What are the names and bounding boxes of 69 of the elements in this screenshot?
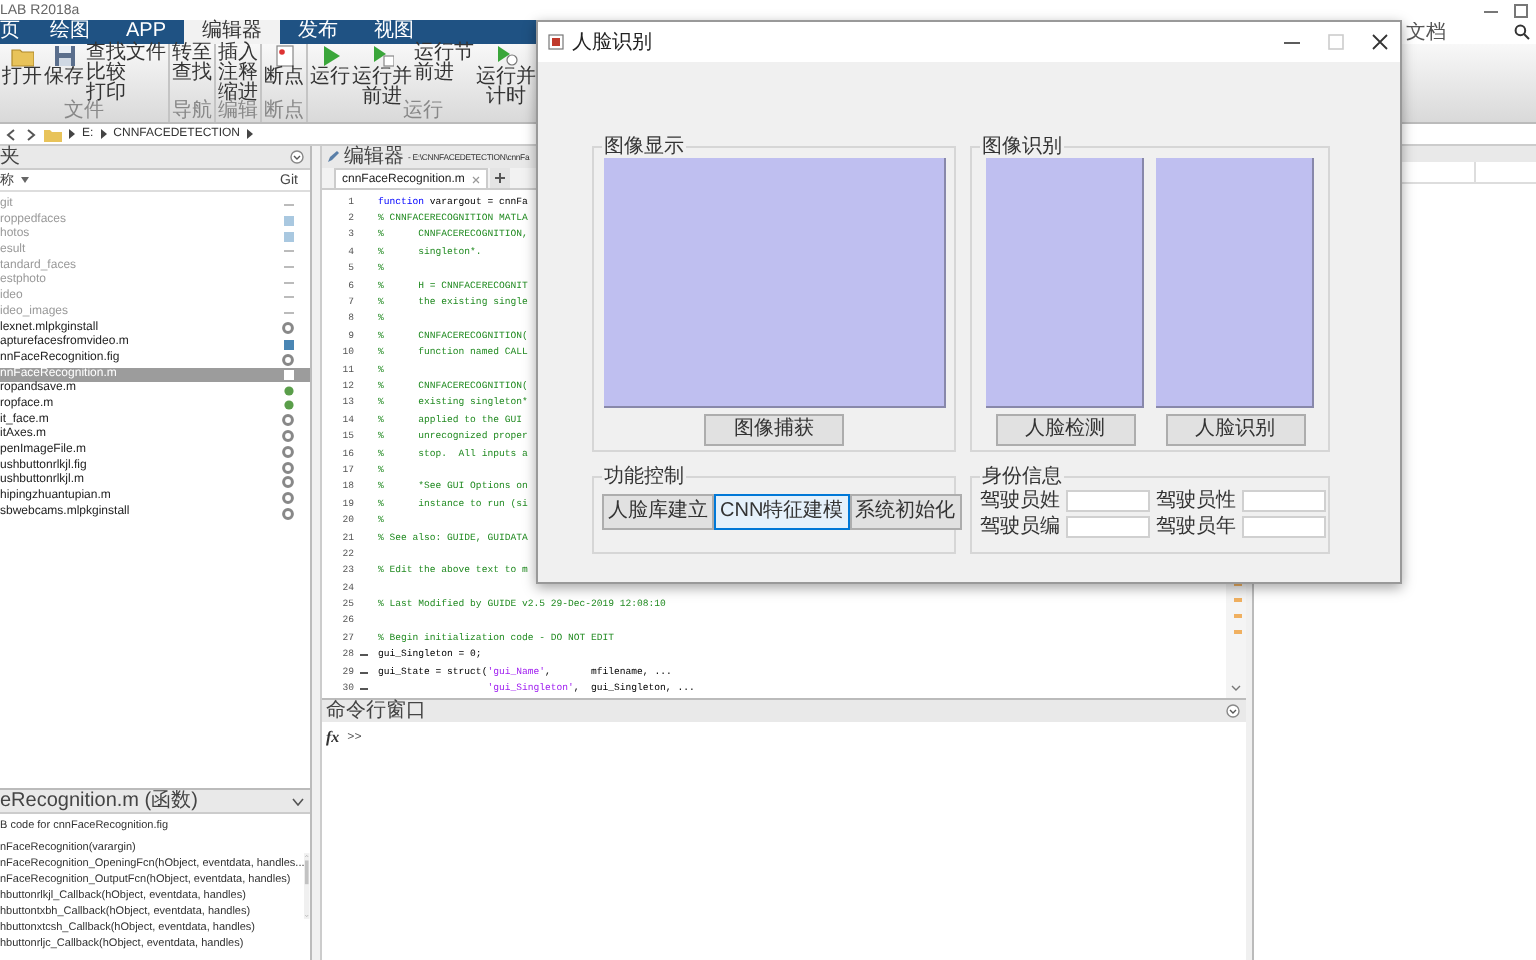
ribbon-button[interactable]: 注释 xyxy=(218,64,258,84)
ribbon-tab[interactable]: APP xyxy=(108,20,185,44)
field-label: 驾驶员编 xyxy=(980,516,1060,538)
panel-title: 夹 xyxy=(0,146,20,168)
maximize-icon xyxy=(1328,34,1344,50)
ribbon-button[interactable]: 运行并计时 xyxy=(476,44,536,108)
panel-title: eRecognition.m (函数) xyxy=(0,790,198,812)
push-button[interactable]: 人脸库建立 xyxy=(602,494,714,530)
ribbon-tab[interactable]: 编辑器 xyxy=(184,20,281,44)
document-icon xyxy=(272,44,296,68)
group-label: 运行 xyxy=(402,102,445,122)
play-icon xyxy=(494,44,518,68)
input-field[interactable] xyxy=(1242,516,1326,538)
search-icon[interactable] xyxy=(1514,24,1530,40)
caret-icon[interactable] xyxy=(20,176,30,184)
input-field[interactable] xyxy=(1066,490,1150,512)
push-button[interactable]: 系统初始化 xyxy=(849,494,962,530)
group-title: 功能控制 xyxy=(602,466,686,488)
menu-icon[interactable] xyxy=(1226,704,1240,718)
figure-icon xyxy=(548,34,564,50)
ribbon-button[interactable]: 保存 xyxy=(44,44,84,88)
plus-icon[interactable] xyxy=(494,172,507,184)
back-icon[interactable] xyxy=(4,127,18,141)
ribbon-button[interactable]: 运行 xyxy=(310,44,350,88)
push-button[interactable]: CNN特征建模 xyxy=(714,494,850,530)
ribbon-button[interactable]: 查找 xyxy=(172,64,212,84)
field-label: 驾驶员性 xyxy=(1156,490,1236,512)
input-field[interactable] xyxy=(1066,516,1150,538)
group-label: 断点 xyxy=(264,102,304,122)
forward-icon[interactable] xyxy=(24,127,38,141)
ribbon-button[interactable]: 插入 xyxy=(218,44,258,64)
group-title: 图像显示 xyxy=(602,136,686,158)
group-title: 图像识别 xyxy=(980,136,1064,158)
input-field[interactable] xyxy=(1242,490,1326,512)
field-label: 驾驶员年 xyxy=(1156,516,1236,538)
group-label: 导航 xyxy=(172,102,212,122)
group-label: 编辑 xyxy=(218,102,258,122)
close-icon[interactable] xyxy=(1372,34,1388,50)
push-button[interactable]: 图像捕获 xyxy=(704,414,844,446)
function-browser-button[interactable]: fx xyxy=(326,728,340,746)
menu-icon[interactable] xyxy=(290,150,304,164)
field-label: 驾驶员姓 xyxy=(980,490,1060,512)
ribbon-tab[interactable]: 视图 xyxy=(356,20,433,44)
chevron-icon xyxy=(68,128,76,140)
window-title: 人脸识别 xyxy=(572,30,654,56)
pencil-icon xyxy=(326,150,340,164)
ribbon-button[interactable]: 转至 xyxy=(172,44,212,64)
push-button[interactable]: 人脸检测 xyxy=(995,414,1135,446)
ribbon-tab[interactable]: 发布 xyxy=(280,20,357,44)
ribbon-button[interactable]: 运行节 xyxy=(414,44,474,64)
ribbon-button[interactable]: 比较 xyxy=(86,64,166,84)
ribbon-button[interactable]: 缩进 xyxy=(218,84,258,104)
push-button[interactable]: 人脸识别 xyxy=(1165,414,1305,446)
ribbon-button[interactable]: 打印 xyxy=(86,84,166,104)
ribbon-button[interactable]: 前进 xyxy=(414,64,474,84)
maximize-icon[interactable] xyxy=(1514,3,1528,17)
ribbon-tab[interactable]: 绘图 xyxy=(32,20,108,44)
chevron-icon xyxy=(246,128,255,140)
group-label: 文件 xyxy=(62,102,104,122)
ribbon-button[interactable]: 打开 xyxy=(2,44,42,88)
panel-title: 编辑器 xyxy=(344,146,404,168)
ribbon-button[interactable]: 断点 xyxy=(264,44,304,88)
ribbon-tab[interactable]: 页 xyxy=(0,20,32,44)
chevron-icon xyxy=(99,128,108,140)
caret-icon[interactable] xyxy=(292,797,304,805)
play-icon xyxy=(370,44,394,68)
panel-title: 命令行窗口 xyxy=(326,700,426,722)
group-title: 身份信息 xyxy=(980,466,1064,488)
ribbon-button[interactable]: 查找文件 xyxy=(86,44,166,64)
